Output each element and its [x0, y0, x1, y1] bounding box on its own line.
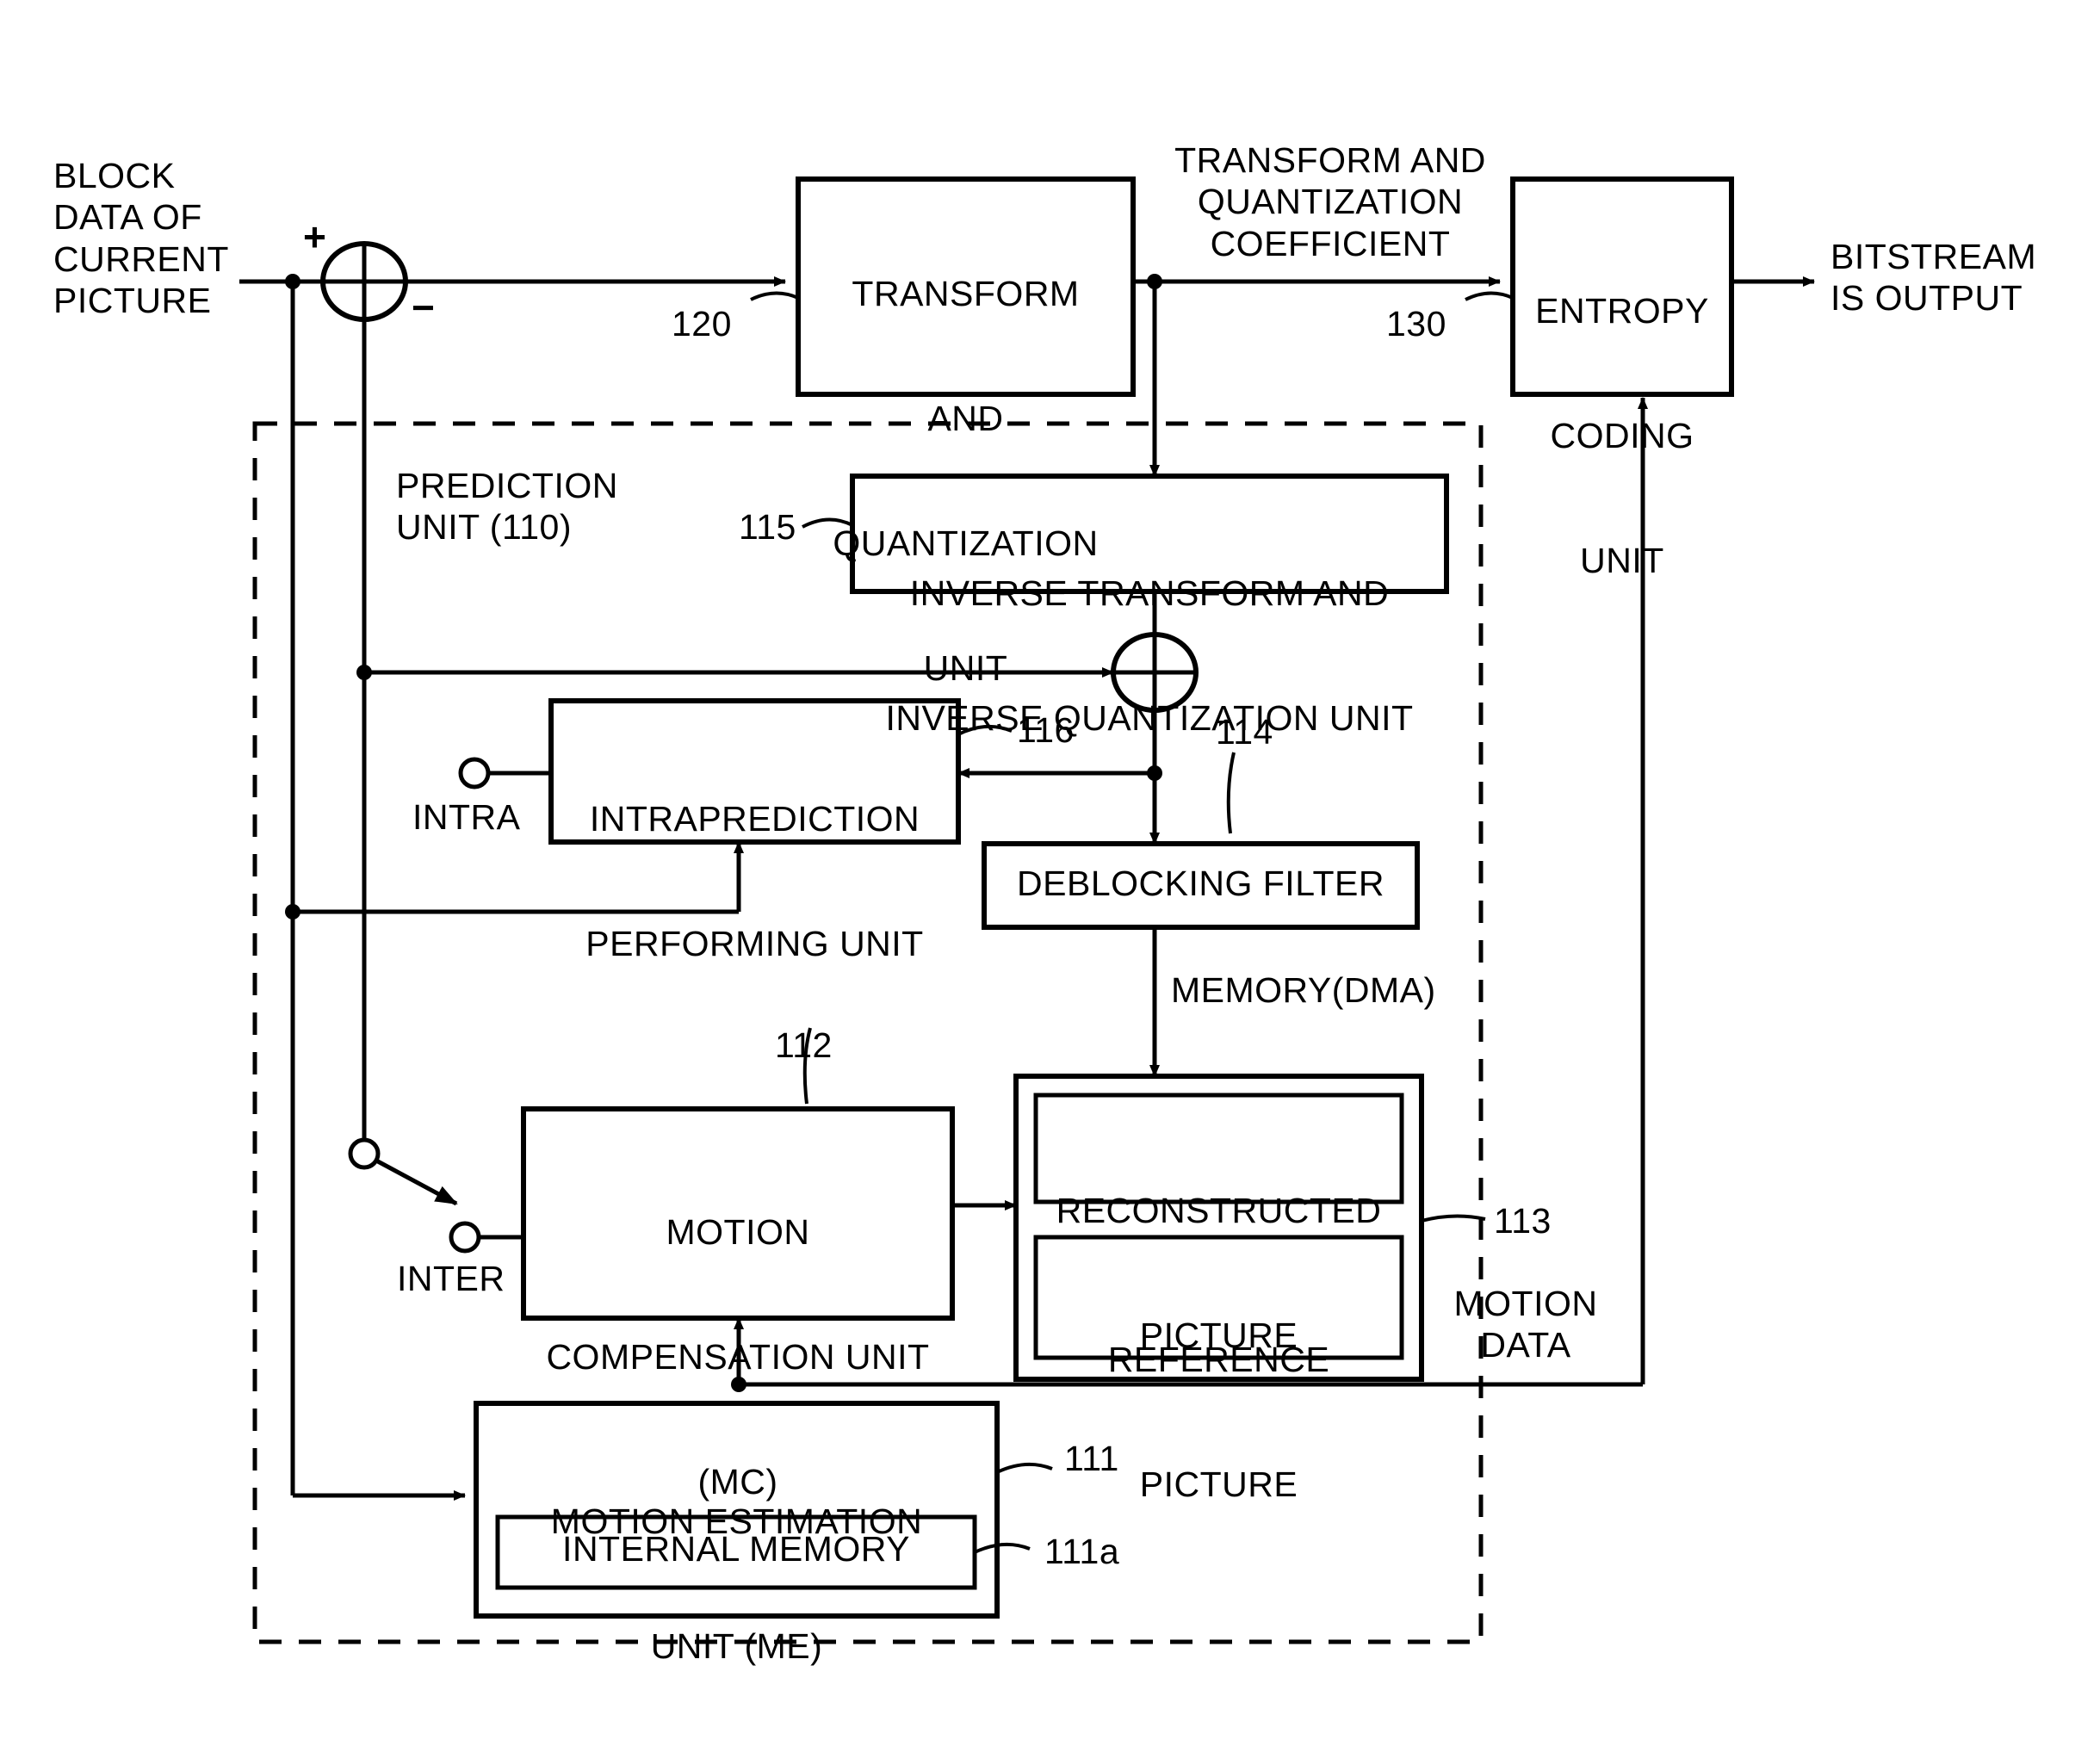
minus-sign-label: − [412, 285, 436, 330]
intraprediction-label: INTRAPREDICTION PERFORMING UNIT [551, 715, 958, 1048]
input-label: BLOCK DATA OF CURRENT PICTURE [53, 156, 229, 321]
leader-130 [1465, 291, 1514, 301]
internal-memory-label: INTERNAL MEMORY [562, 1529, 910, 1569]
ref-111a: 111a [1044, 1532, 1120, 1571]
inverse-transform-line-1: INVERSE TRANSFORM AND [909, 573, 1390, 613]
mc-line-1: MOTION [666, 1211, 810, 1252]
memory-dma-label: MEMORY(DMA) [1171, 970, 1436, 1010]
transform-quant-line-2: AND [927, 398, 1004, 438]
me-line-2: UNIT (ME) [650, 1625, 823, 1666]
prediction-unit-label: PREDICTION UNIT (110) [396, 466, 618, 548]
ref-130: 130 [1386, 304, 1446, 344]
plus-sign-label: + [303, 214, 327, 259]
mc-line-2: COMPENSATION UNIT [546, 1336, 930, 1377]
entropy-coding-label: ENTROPY CODING UNIT [1513, 207, 1731, 665]
intraprediction-line-2: PERFORMING UNIT [585, 923, 924, 963]
ref-111: 111 [1064, 1439, 1119, 1478]
ref-113: 113 [1494, 1201, 1552, 1241]
switch-intra-terminal[interactable] [458, 757, 491, 789]
switch-inter-terminal[interactable] [449, 1221, 481, 1254]
recon-line-1: RECONSTRUCTED [1056, 1190, 1382, 1230]
ref-120: 120 [672, 304, 732, 344]
inter-terminal-label: INTER [397, 1259, 505, 1298]
entropy-line-3: UNIT [1580, 541, 1664, 580]
intraprediction-line-1: INTRAPREDICTION [589, 798, 920, 839]
deblocking-filter-label: DEBLOCKING FILTER [1017, 864, 1385, 903]
leader-120 [750, 291, 799, 301]
ref-115: 115 [739, 507, 796, 547]
motion-estimation-label: MOTION ESTIMATION UNIT (ME) [476, 1417, 997, 1746]
switch-common-terminal[interactable] [348, 1137, 381, 1170]
ref-114: 114 [1216, 712, 1273, 752]
ref-116: 116 [1017, 710, 1075, 750]
leader-113 [1421, 1214, 1486, 1223]
ref-112: 112 [775, 1025, 833, 1065]
transform-quant-line-1: TRANSFORM [852, 273, 1080, 313]
entropy-line-1: ENTROPY [1535, 290, 1709, 331]
entropy-line-2: CODING [1550, 415, 1694, 455]
coefficient-label: TRANSFORM AND QUANTIZATION COEFFICIENT [1174, 140, 1486, 263]
intra-terminal-label: INTRA [412, 797, 521, 837]
switch-lever [375, 1158, 458, 1206]
ref-pic-line-1: REFERENCE [1107, 1339, 1330, 1379]
bitstream-output-label: BITSTREAM IS OUTPUT [1831, 237, 2037, 319]
motion-data-label: MOTION DATA [1453, 1284, 1598, 1365]
patent-figure-canvas: BLOCK DATA OF CURRENT PICTURE + − TRANSF… [0, 0, 2100, 1746]
